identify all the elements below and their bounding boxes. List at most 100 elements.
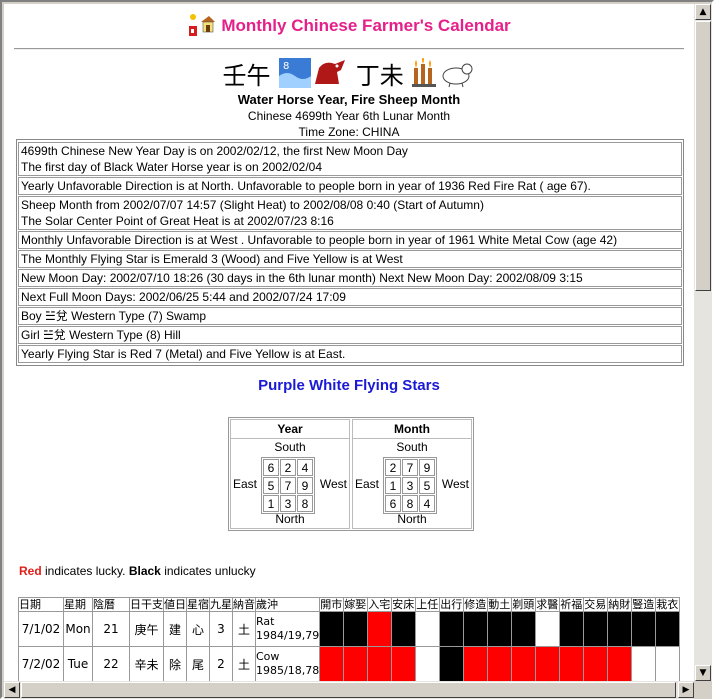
activity-cell (367, 611, 393, 647)
info-line: Next Full Moon Days: 2002/06/25 5:44 and… (21, 290, 346, 304)
south-label: South (274, 440, 306, 454)
activity-cell (343, 646, 369, 681)
star-cell: 2 (280, 459, 296, 476)
star-cell: 5 (419, 477, 435, 494)
info-row: 4699th Chinese New Year Day is on 2002/0… (18, 142, 682, 176)
south-label: South (396, 440, 428, 454)
cell-xiu: 尾 (186, 646, 210, 681)
year-stars-header: Year (231, 420, 349, 439)
star-cell: 8 (402, 495, 418, 512)
activity-cell (559, 611, 585, 647)
page-title: Monthly Chinese Farmer's Calendar (221, 16, 511, 35)
cell-date: 7/1/02 (18, 611, 64, 647)
cell-lunar: 22 (92, 646, 130, 681)
vertical-scroll-thumb[interactable] (695, 21, 711, 291)
clash-animal: Rat (256, 615, 275, 628)
activity-header: 栽衣 (655, 597, 681, 612)
cell-zhi: 除 (163, 646, 187, 681)
activity-header: 動土 (487, 597, 513, 612)
browser-frame: Monthly Chinese Farmer's Calendar 壬午 8 丁… (0, 0, 714, 699)
column-header: 納音 (232, 597, 256, 612)
activity-header: 入宅 (367, 597, 393, 612)
info-row: Sheep Month from 2002/07/07 14:57 (Sligh… (18, 196, 682, 230)
color-legend: Red indicates lucky. Black indicates unl… (19, 564, 256, 578)
activity-cell (391, 611, 417, 647)
info-line: New Moon Day: 2002/07/10 18:26 (30 days … (21, 271, 583, 285)
cell-clash: Cow 1985/18,78 (254, 646, 321, 681)
activity-cell (415, 611, 441, 647)
activity-header: 嫁娶 (343, 597, 369, 612)
flying-stars-table: Year South East West 624 579 138 North M… (228, 417, 474, 531)
clash-animal: Cow (256, 650, 280, 663)
activity-header: 出行 (439, 597, 465, 612)
activity-cell (415, 646, 441, 681)
activity-header: 豎造 (631, 597, 657, 612)
calendar-header-row: 日期 星期 陰曆 日干支 値日 星宿 九星 納音 歲沖 開市 嫁娶 入宅 安床 上任 出行 修造 動土 剃頭 求醫祈… (18, 597, 681, 612)
info-row: Yearly Flying Star is Red 7 (Metal) and … (18, 345, 682, 363)
activity-header: 修造 (463, 597, 489, 612)
star-cell: 3 (280, 495, 296, 512)
activity-header: 開市 (319, 597, 345, 612)
column-header: 星期 (63, 597, 93, 612)
year-star-grid: 624 579 138 (261, 457, 315, 514)
activity-cell (607, 646, 633, 681)
cell-lunar: 21 (92, 611, 130, 647)
legend-black-text: indicates unlucky (160, 564, 256, 578)
month-star-grid: 279 135 684 (383, 457, 437, 514)
column-header: 九星 (209, 597, 233, 612)
column-header: 星宿 (186, 597, 210, 612)
activity-cell (367, 646, 393, 681)
info-row: The Monthly Flying Star is Emerald 3 (Wo… (18, 250, 682, 268)
clash-years: 1984/19,79 (256, 629, 320, 642)
year-characters: 壬午 (222, 62, 271, 90)
info-line: Yearly Unfavorable Direction is at North… (21, 179, 591, 193)
divider (14, 48, 684, 50)
north-label: North (275, 512, 305, 526)
activity-cell (439, 646, 465, 681)
clash-years: 1985/18,78 (256, 664, 320, 677)
star-cell: 6 (263, 459, 279, 476)
info-row: Next Full Moon Days: 2002/06/25 5:44 and… (18, 288, 682, 306)
vertical-scrollbar[interactable]: ▲ ▼ (694, 4, 712, 681)
activity-cell (559, 646, 585, 681)
year-stars: Year South East West 624 579 138 North (230, 419, 350, 529)
cell-clash: Rat 1984/19,79 (254, 611, 321, 647)
activity-cell (607, 611, 633, 647)
info-row: Monthly Unfavorable Direction is at West… (18, 231, 682, 249)
info-line: Boy ☱兌 Western Type (7) Swamp (21, 309, 207, 323)
horizontal-scroll-thumb[interactable] (21, 682, 676, 698)
info-line: The first day of Black Water Horse year … (21, 160, 323, 174)
info-line: Yearly Flying Star is Red 7 (Metal) and … (21, 347, 346, 361)
star-cell: 9 (419, 459, 435, 476)
cell-star: 3 (209, 611, 233, 647)
activity-header: 交易 (583, 597, 609, 612)
activity-header: 剃頭 (511, 597, 537, 612)
scrollbar-corner (694, 681, 712, 699)
legend-red-text: indicates lucky. (41, 564, 129, 578)
cell-date: 7/2/02 (18, 646, 64, 681)
cell-nayin: 土 (232, 646, 256, 681)
scroll-down-button[interactable]: ▼ (695, 665, 711, 681)
month-stars: Month South East West 279 135 684 North (352, 419, 472, 529)
star-cell: 7 (280, 477, 296, 494)
month-stars-header: Month (353, 420, 471, 439)
activity-cell (487, 611, 513, 647)
cell-star: 2 (209, 646, 233, 681)
activity-cell (343, 611, 369, 647)
activity-cell (583, 611, 609, 647)
activity-cell (463, 611, 489, 647)
scroll-right-button[interactable]: ▶ (678, 682, 694, 698)
activity-header: 安床 (391, 597, 417, 612)
scroll-left-button[interactable]: ◀ (4, 682, 20, 698)
horizontal-scrollbar[interactable]: ◀ ▶ (4, 681, 694, 699)
activity-cell (319, 646, 345, 681)
activity-header: 納財 (607, 597, 633, 612)
cell-ganzhi: 辛未 (129, 646, 164, 681)
scroll-up-button[interactable]: ▲ (695, 4, 711, 20)
svg-text:8: 8 (283, 61, 289, 72)
star-cell: 4 (419, 495, 435, 512)
legend-black-word: Black (128, 564, 161, 578)
timezone-label: Time Zone: CHINA (298, 125, 400, 139)
activity-cell (391, 646, 417, 681)
activity-header: 祈福 (559, 597, 585, 612)
